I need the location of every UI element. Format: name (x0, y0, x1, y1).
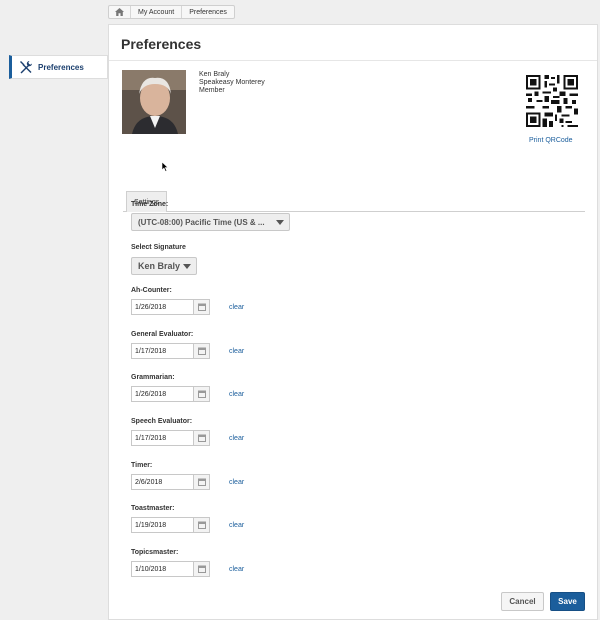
breadcrumb: My Account Preferences (108, 5, 235, 19)
role-label: General Evaluator: (131, 331, 194, 338)
calendar-icon[interactable] (193, 518, 209, 532)
breadcrumb-home[interactable] (109, 6, 131, 18)
profile-info: Ken Braly Speakeasy Monterey Member (199, 71, 265, 95)
sidebar-item-label: Preferences (38, 62, 84, 72)
clear-link[interactable]: clear (229, 522, 244, 529)
calendar-icon[interactable] (193, 431, 209, 445)
role-label: Topicsmaster: (131, 549, 179, 556)
calendar-icon[interactable] (193, 475, 209, 489)
avatar-photo (122, 70, 186, 134)
date-value: 2/6/2018 (135, 478, 163, 486)
calendar-icon[interactable] (193, 562, 209, 576)
timezone-label: Time Zone: (131, 201, 169, 208)
date-input[interactable]: 1/10/2018 (131, 561, 210, 577)
print-qrcode-link[interactable]: Print QRCode (529, 137, 573, 144)
date-input[interactable]: 1/17/2018 (131, 430, 210, 446)
signature-value: Ken Braly (138, 261, 181, 271)
date-value: 1/19/2018 (135, 521, 167, 529)
calendar-icon[interactable] (193, 387, 209, 401)
sidebar-item-preferences[interactable]: Preferences (9, 55, 108, 79)
breadcrumb-my-account[interactable]: My Account (131, 6, 183, 18)
date-value: 1/26/2018 (135, 390, 167, 398)
clear-link[interactable]: clear (229, 304, 244, 311)
main-panel: Preferences Ken Braly Speakeasy Monterey… (108, 24, 598, 620)
tools-icon (20, 60, 33, 74)
date-value: 1/17/2018 (135, 347, 167, 355)
clear-link[interactable]: clear (229, 391, 244, 398)
date-value: 1/26/2018 (135, 303, 167, 311)
date-input[interactable]: 1/26/2018 (131, 386, 210, 402)
divider (109, 60, 597, 61)
role-label: Ah-Counter: (131, 287, 172, 294)
timezone-select[interactable]: (UTC-08:00) Pacific Time (US & ... (131, 213, 290, 231)
chevron-down-icon (276, 220, 284, 225)
clear-link[interactable]: clear (229, 566, 244, 573)
tab-bar: Settings (123, 190, 585, 212)
home-icon (115, 8, 124, 16)
signature-label: Select Signature (131, 244, 186, 251)
timezone-value: (UTC-08:00) Pacific Time (US & ... (138, 217, 265, 227)
clear-link[interactable]: clear (229, 348, 244, 355)
date-input[interactable]: 1/26/2018 (131, 299, 210, 315)
clear-link[interactable]: clear (229, 435, 244, 442)
date-input[interactable]: 2/6/2018 (131, 474, 210, 490)
date-input[interactable]: 1/17/2018 (131, 343, 210, 359)
profile-role: Member (199, 87, 225, 94)
clear-link[interactable]: clear (229, 479, 244, 486)
calendar-icon[interactable] (193, 300, 209, 314)
role-label: Toastmaster: (131, 505, 175, 512)
role-label: Grammarian: (131, 374, 175, 381)
date-input[interactable]: 1/19/2018 (131, 517, 210, 533)
calendar-icon[interactable] (193, 344, 209, 358)
profile-name: Ken Braly (199, 71, 230, 78)
signature-select[interactable]: Ken Braly (131, 257, 197, 275)
role-label: Speech Evaluator: (131, 418, 193, 425)
profile-club: Speakeasy Monterey (199, 79, 265, 86)
date-value: 1/17/2018 (135, 434, 167, 442)
page-title: Preferences (121, 36, 202, 52)
mouse-cursor-icon (162, 162, 169, 172)
save-button[interactable]: Save (550, 592, 585, 611)
cancel-button[interactable]: Cancel (501, 592, 544, 611)
role-label: Timer: (131, 462, 153, 469)
avatar (122, 70, 186, 134)
qr-code (526, 75, 578, 127)
breadcrumb-preferences: Preferences (189, 8, 227, 16)
date-value: 1/10/2018 (135, 565, 167, 573)
chevron-down-icon (183, 264, 191, 269)
